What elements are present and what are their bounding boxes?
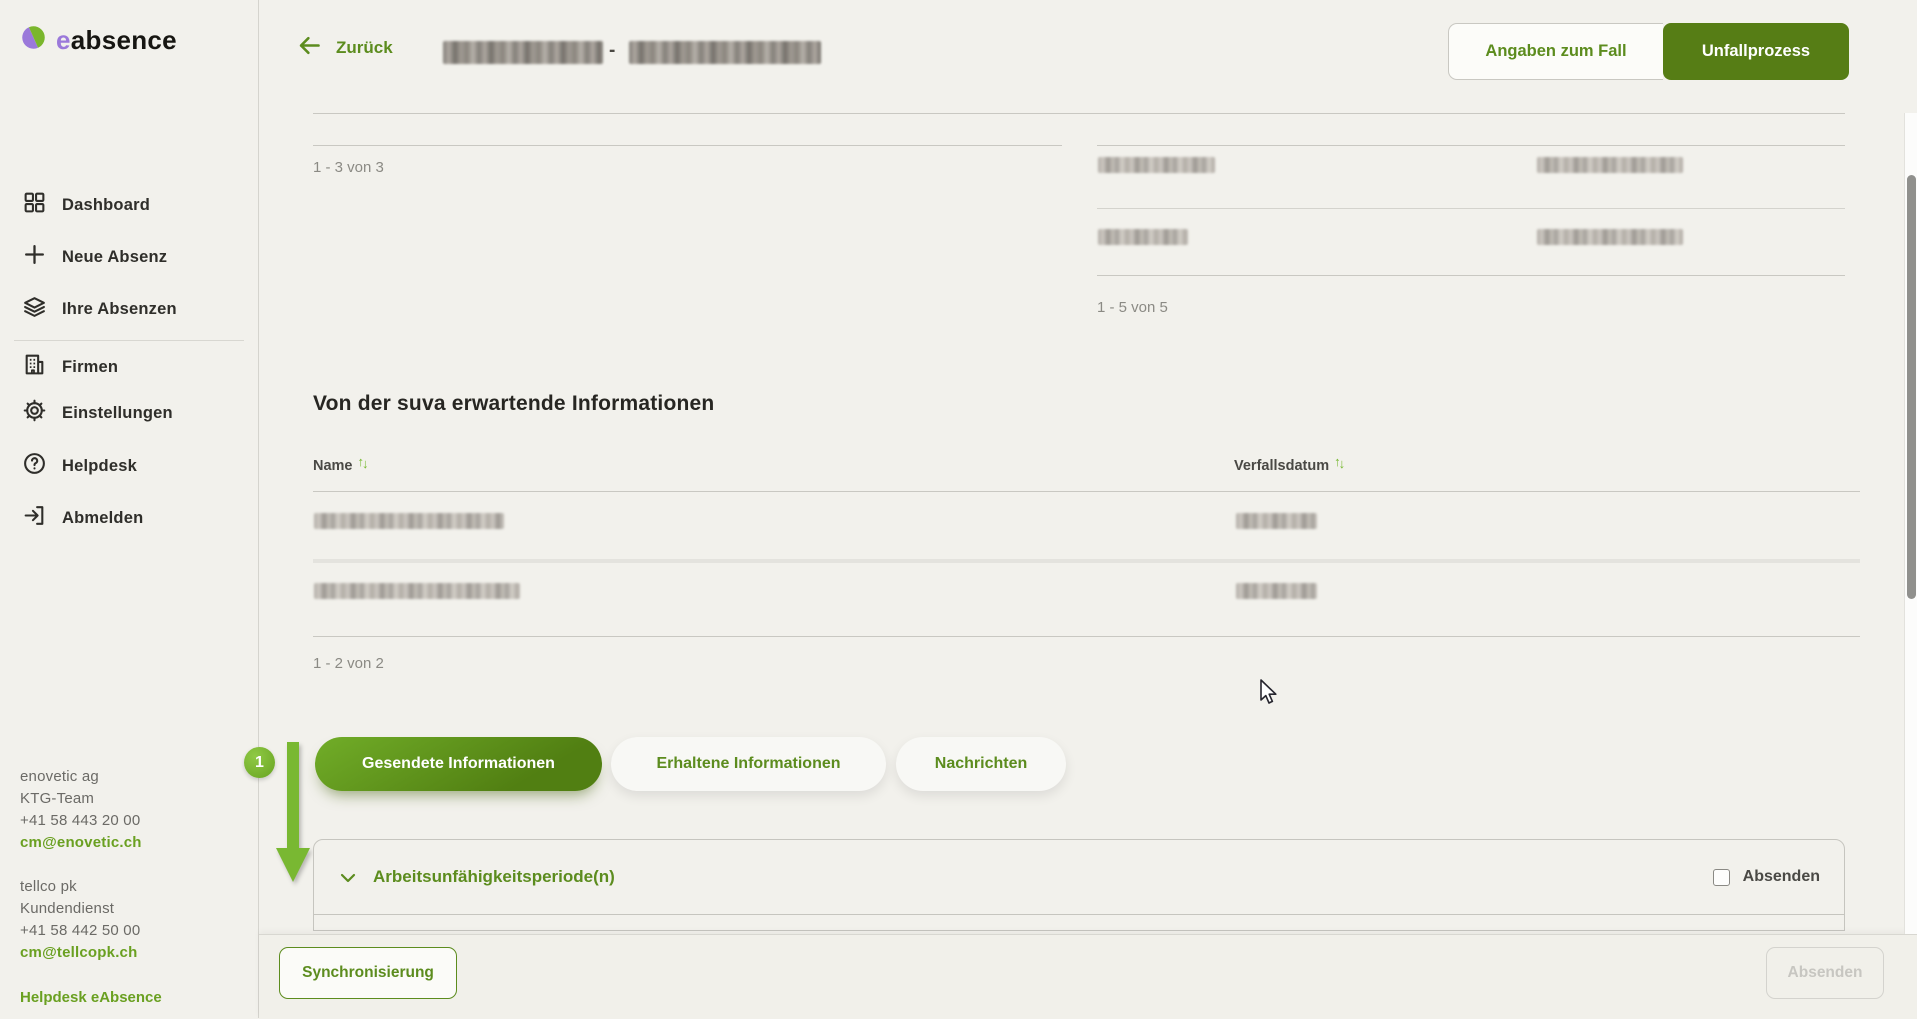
contact-email-link[interactable]: cm@enovetic.ch (20, 832, 142, 854)
green-arrow-down-icon (272, 740, 318, 886)
right-table-border (1097, 145, 1845, 146)
step-1-badge: 1 (244, 747, 275, 778)
case-title-dash: - (609, 40, 615, 62)
accordion-title: Arbeitsunfähigkeitsperiode(n) (373, 867, 615, 887)
contact-block-tellco: tellco pk Kundendienst +41 58 442 50 00 … (20, 876, 140, 964)
section-title-suva: Von der suva erwartende Informationen (313, 392, 714, 416)
contact-phone: +41 58 443 20 00 (20, 810, 142, 832)
suva-table-header-border (313, 491, 1860, 492)
mouse-cursor-icon (1259, 679, 1283, 705)
left-table-pagination: 1 - 3 von 3 (313, 159, 384, 176)
absenden-checkbox[interactable] (1713, 869, 1730, 886)
sidebar-item-label: Ihre Absenzen (62, 300, 177, 319)
suva-row-redacted-date (1236, 513, 1317, 529)
sidebar-item-label: Abmelden (62, 509, 143, 528)
sidebar-item-ihre-absenzen[interactable]: Ihre Absenzen (22, 294, 177, 324)
tab-unfallprozess[interactable]: Unfallprozess (1663, 23, 1849, 80)
tab-gesendete-informationen[interactable]: Gesendete Informationen (315, 737, 602, 791)
eabsence-logo-icon (20, 24, 47, 56)
sort-icon[interactable]: ↑↓ (358, 455, 367, 469)
sidebar-divider (14, 340, 244, 341)
bottom-action-bar: Synchronisierung Absenden (259, 934, 1917, 1019)
sort-icon[interactable]: ↑↓ (1334, 455, 1343, 469)
app-logo[interactable]: eabsence (20, 24, 177, 56)
accordion-header[interactable]: Arbeitsunfähigkeitsperiode(n) Absenden (314, 840, 1844, 915)
contact-block-enovetic: enovetic ag KTG-Team +41 58 443 20 00 cm… (20, 766, 142, 854)
sidebar-item-einstellungen[interactable]: Einstellungen (22, 398, 173, 428)
contact-company: enovetic ag (20, 766, 142, 788)
right-table-row-redacted-name (1098, 157, 1215, 173)
contact-team: Kundendienst (20, 898, 140, 920)
case-title-redacted-number (629, 41, 821, 64)
synchronisierung-button[interactable]: Synchronisierung (279, 947, 457, 999)
right-table-row-separator (1097, 208, 1845, 209)
suva-table-bottom-border (313, 636, 1860, 637)
sidebar-item-neue-absenz[interactable]: Neue Absenz (22, 242, 167, 272)
sidebar-item-label: Einstellungen (62, 404, 173, 423)
gear-icon (22, 398, 47, 428)
layers-icon (22, 294, 47, 324)
left-table-bottom-border (313, 145, 1062, 146)
absenden-checkbox-label: Absenden (1743, 868, 1820, 886)
sidebar-item-label: Helpdesk (62, 457, 137, 476)
sidebar-item-helpdesk[interactable]: Helpdesk (22, 451, 137, 481)
contact-phone: +41 58 442 50 00 (20, 920, 140, 942)
sidebar-item-dashboard[interactable]: Dashboard (22, 190, 150, 220)
tab-angaben-zum-fall[interactable]: Angaben zum Fall (1448, 23, 1663, 80)
tab-erhaltene-informationen[interactable]: Erhaltene Informationen (611, 737, 886, 791)
case-view-switch: Angaben zum Fall Unfallprozess (1448, 23, 1849, 80)
right-table-pagination: 1 - 5 von 5 (1097, 299, 1168, 316)
back-label: Zurück (336, 38, 393, 58)
column-header-label: Name (313, 458, 353, 474)
contact-company: tellco pk (20, 876, 140, 898)
contact-team: KTG-Team (20, 788, 142, 810)
tab-nachrichten[interactable]: Nachrichten (896, 737, 1066, 791)
right-table-row-redacted-name (1098, 229, 1188, 245)
arrow-left-icon (296, 32, 323, 64)
app-title: eabsence (56, 25, 177, 56)
helpdesk-eabsence-link[interactable]: Helpdesk eAbsence (20, 989, 162, 1006)
sidebar-item-label: Dashboard (62, 196, 150, 215)
case-title-redacted-name (443, 41, 603, 64)
chevron-down-icon[interactable] (338, 868, 358, 893)
scrollbar-track[interactable] (1904, 113, 1917, 934)
back-button[interactable]: Zurück (296, 32, 393, 64)
right-table-bottom-border (1097, 275, 1845, 276)
sidebar-item-abmelden[interactable]: Abmelden (22, 503, 143, 533)
right-table-row-redacted-timestamp (1537, 229, 1683, 245)
scrollbar-thumb[interactable] (1907, 175, 1916, 599)
sidebar-item-label: Firmen (62, 358, 118, 377)
right-table-row-redacted-timestamp (1537, 157, 1683, 173)
sidebar-item-label: Neue Absenz (62, 248, 167, 267)
sidebar-item-firmen[interactable]: Firmen (22, 352, 118, 382)
content-divider (313, 113, 1845, 114)
suva-row-redacted-name (314, 583, 520, 599)
accordion-arbeitsunfaehigkeitsperioden: Arbeitsunfähigkeitsperiode(n) Absenden (313, 839, 1845, 931)
suva-row-separator (313, 559, 1860, 563)
suva-row-redacted-date (1236, 583, 1317, 599)
question-circle-icon (22, 451, 47, 481)
logout-icon (22, 503, 47, 533)
sidebar: eabsence Dashboard Neue Absenz Ihre Abse… (0, 0, 259, 1018)
column-header-label: Verfallsdatum (1234, 458, 1329, 474)
accordion-next-row (314, 915, 1844, 932)
column-header-verfallsdatum[interactable]: Verfallsdatum ↑↓ (1234, 458, 1343, 474)
absenden-button-disabled[interactable]: Absenden (1766, 947, 1884, 999)
building-icon (22, 352, 47, 382)
suva-pagination: 1 - 2 von 2 (313, 655, 384, 672)
contact-email-link[interactable]: cm@tellcopk.ch (20, 942, 140, 964)
dashboard-grid-icon (22, 190, 47, 220)
suva-row-redacted-name (314, 513, 504, 529)
column-header-name[interactable]: Name ↑↓ (313, 458, 367, 474)
plus-icon (22, 242, 47, 272)
